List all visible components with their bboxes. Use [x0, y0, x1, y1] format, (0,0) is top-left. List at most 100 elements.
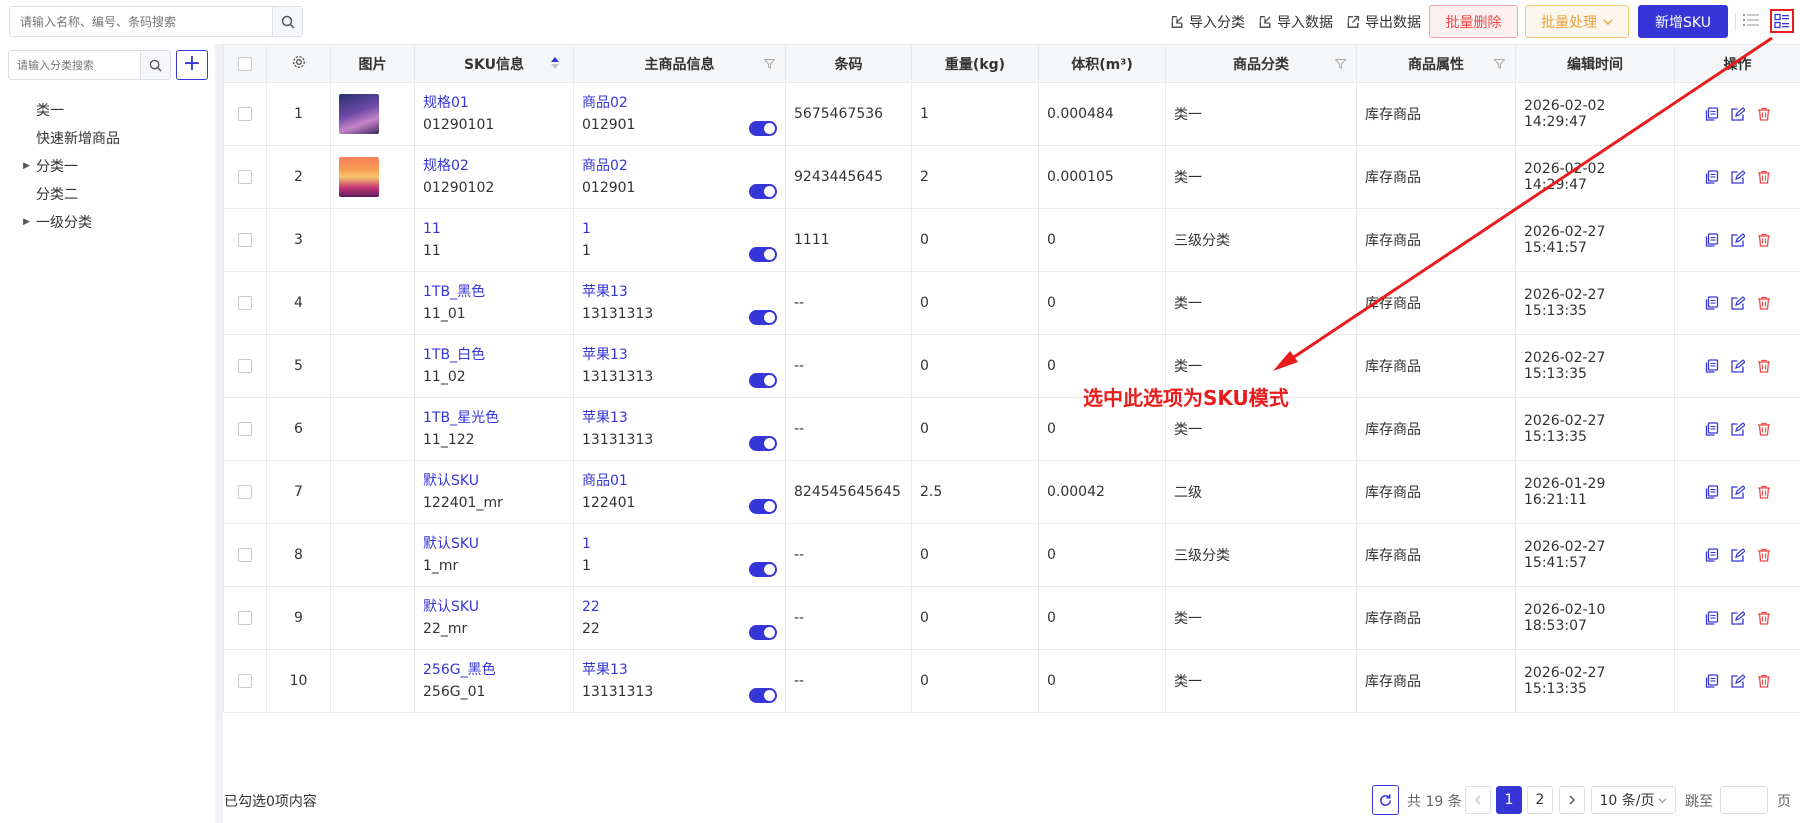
category-tree-item[interactable]: ▶ 一级分类 — [0, 208, 215, 236]
header-sku[interactable]: SKU信息 — [414, 44, 574, 83]
sku-name-link[interactable]: 256G_黑色 — [423, 659, 565, 681]
enable-switch[interactable] — [749, 373, 777, 388]
sku-name-link[interactable]: 规格01 — [423, 92, 565, 114]
caret-right-icon[interactable]: ▶ — [0, 161, 36, 171]
export-data-button[interactable]: 导出数据 — [1346, 12, 1421, 32]
search-button[interactable] — [272, 7, 302, 36]
row-checkbox[interactable] — [238, 422, 252, 436]
enable-switch[interactable] — [749, 562, 777, 577]
delete-icon[interactable] — [1757, 359, 1771, 373]
sku-name-link[interactable]: 1TB_星光色 — [423, 407, 565, 429]
delete-icon[interactable] — [1757, 170, 1771, 184]
prev-page-button[interactable] — [1465, 786, 1491, 814]
enable-switch[interactable] — [749, 184, 777, 199]
sku-mode-toggle[interactable] — [1770, 9, 1794, 33]
main-product-link[interactable]: 商品01 — [582, 470, 777, 492]
product-search-input[interactable] — [10, 7, 272, 36]
enable-switch[interactable] — [749, 436, 777, 451]
copy-icon[interactable] — [1705, 548, 1719, 562]
row-checkbox[interactable] — [238, 548, 252, 562]
category-search-button[interactable] — [140, 51, 170, 79]
copy-icon[interactable] — [1705, 611, 1719, 625]
category-search-input[interactable] — [9, 51, 140, 79]
copy-icon[interactable] — [1705, 359, 1719, 373]
main-product-link[interactable]: 苹果13 — [582, 344, 777, 366]
edit-icon[interactable] — [1730, 422, 1745, 436]
edit-icon[interactable] — [1730, 548, 1745, 562]
sku-name-link[interactable]: 默认SKU — [423, 470, 565, 492]
sku-name-link[interactable]: 11 — [423, 218, 565, 240]
edit-icon[interactable] — [1730, 611, 1745, 625]
category-tree-item[interactable]: 分类二 — [0, 180, 215, 208]
sku-name-link[interactable]: 1TB_黑色 — [423, 281, 565, 303]
delete-icon[interactable] — [1757, 674, 1771, 688]
enable-switch[interactable] — [749, 121, 777, 136]
main-product-link[interactable]: 商品02 — [582, 155, 777, 177]
delete-icon[interactable] — [1757, 548, 1771, 562]
edit-icon[interactable] — [1730, 233, 1745, 247]
header-category[interactable]: 商品分类 — [1165, 44, 1357, 83]
enable-switch[interactable] — [749, 625, 777, 640]
edit-icon[interactable] — [1730, 674, 1745, 688]
product-thumbnail[interactable] — [339, 94, 379, 134]
sidebar-scrollbar[interactable] — [215, 44, 223, 823]
filter-icon[interactable] — [1494, 59, 1505, 69]
main-product-link[interactable]: 1 — [582, 218, 777, 240]
gear-icon[interactable] — [292, 55, 306, 69]
sort-icon[interactable] — [551, 57, 559, 69]
copy-icon[interactable] — [1705, 485, 1719, 499]
product-thumbnail[interactable] — [339, 157, 379, 197]
main-product-link[interactable]: 22 — [582, 596, 777, 618]
category-tree-item[interactable]: 类一 — [0, 96, 215, 124]
caret-right-icon[interactable]: ▶ — [0, 217, 36, 227]
refresh-button[interactable] — [1372, 785, 1399, 815]
edit-icon[interactable] — [1730, 107, 1745, 121]
sku-name-link[interactable]: 默认SKU — [423, 596, 565, 618]
column-settings[interactable] — [266, 44, 331, 83]
header-attribute[interactable]: 商品属性 — [1356, 44, 1516, 83]
row-checkbox[interactable] — [238, 233, 252, 247]
main-product-link[interactable]: 苹果13 — [582, 407, 777, 429]
filter-icon[interactable] — [764, 59, 775, 69]
add-category-button[interactable]: + — [176, 50, 208, 80]
header-main-product[interactable]: 主商品信息 — [573, 44, 786, 83]
row-checkbox[interactable] — [238, 107, 252, 121]
row-checkbox[interactable] — [238, 296, 252, 310]
copy-icon[interactable] — [1705, 170, 1719, 184]
copy-icon[interactable] — [1705, 422, 1719, 436]
copy-icon[interactable] — [1705, 296, 1719, 310]
row-checkbox[interactable] — [238, 611, 252, 625]
sku-name-link[interactable]: 规格02 — [423, 155, 565, 177]
enable-switch[interactable] — [749, 310, 777, 325]
row-checkbox[interactable] — [238, 485, 252, 499]
delete-icon[interactable] — [1757, 233, 1771, 247]
sku-name-link[interactable]: 1TB_白色 — [423, 344, 565, 366]
next-page-button[interactable] — [1559, 786, 1585, 814]
copy-icon[interactable] — [1705, 107, 1719, 121]
copy-icon[interactable] — [1705, 233, 1719, 247]
main-product-link[interactable]: 苹果13 — [582, 281, 777, 303]
list-view-toggle[interactable] — [1742, 12, 1760, 32]
copy-icon[interactable] — [1705, 674, 1719, 688]
delete-icon[interactable] — [1757, 422, 1771, 436]
delete-icon[interactable] — [1757, 296, 1771, 310]
main-product-link[interactable]: 商品02 — [582, 92, 777, 114]
category-tree-item[interactable]: ▶ 分类一 — [0, 152, 215, 180]
header-select-all[interactable] — [223, 44, 267, 83]
edit-icon[interactable] — [1730, 359, 1745, 373]
page-size-select[interactable]: 10 条/页 — [1591, 786, 1676, 814]
category-tree-item[interactable]: 快速新增商品 — [0, 124, 215, 152]
delete-icon[interactable] — [1757, 107, 1771, 121]
enable-switch[interactable] — [749, 247, 777, 262]
edit-icon[interactable] — [1730, 296, 1745, 310]
batch-process-dropdown[interactable]: 批量处理 — [1525, 5, 1629, 38]
page-2-button[interactable]: 2 — [1527, 786, 1553, 814]
main-product-link[interactable]: 苹果13 — [582, 659, 777, 681]
select-all-checkbox[interactable] — [238, 56, 252, 71]
import-category-button[interactable]: 导入分类 — [1170, 12, 1245, 32]
main-product-link[interactable]: 1 — [582, 533, 777, 555]
filter-icon[interactable] — [1335, 59, 1346, 69]
row-checkbox[interactable] — [238, 359, 252, 373]
edit-icon[interactable] — [1730, 170, 1745, 184]
row-checkbox[interactable] — [238, 170, 252, 184]
